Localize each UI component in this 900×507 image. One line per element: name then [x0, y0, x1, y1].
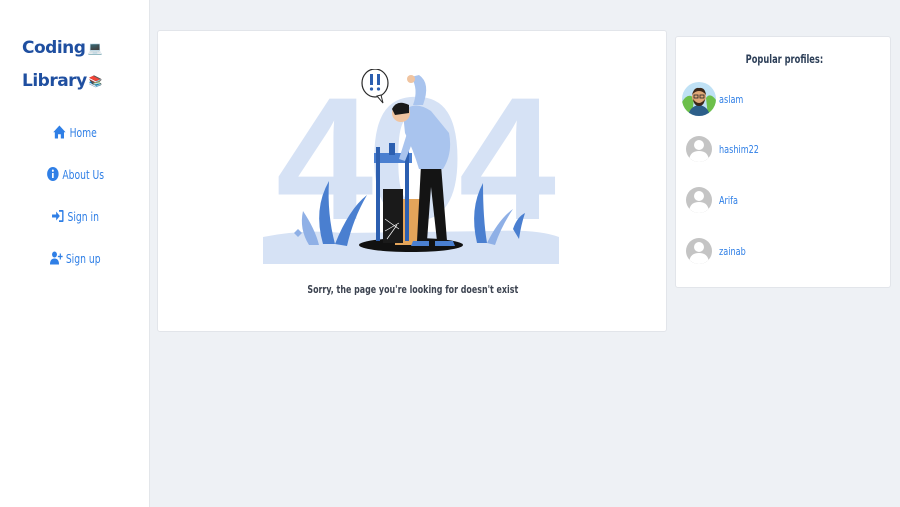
- laptop-icon: 💻: [87, 41, 102, 55]
- sidebar-nav: Home About Us Sign in Sign up: [0, 122, 150, 290]
- profile-name[interactable]: hashim22: [719, 143, 759, 156]
- nav-sign-in-label: Sign in: [67, 208, 99, 224]
- not-found-illustration: 404: [263, 69, 562, 264]
- logo-line-1: Coding: [22, 38, 86, 58]
- profile-name[interactable]: Arifa: [719, 194, 738, 207]
- profile-name[interactable]: zainab: [719, 245, 746, 258]
- nav-about-label: About Us: [62, 166, 105, 182]
- profile-name[interactable]: aslam: [719, 93, 743, 106]
- default-avatar[interactable]: [682, 234, 716, 268]
- popular-profiles-title: Popular profiles:: [676, 52, 892, 66]
- profile-item[interactable]: aslam: [682, 81, 749, 117]
- nav-sign-up-label: Sign up: [65, 250, 101, 266]
- nav-about[interactable]: About Us: [14, 164, 137, 184]
- profile-item[interactable]: Arifa: [682, 182, 742, 218]
- home-icon: [53, 125, 66, 139]
- user-plus-icon: [49, 251, 63, 265]
- error-message: Sorry, the page you're looking for doesn…: [158, 283, 668, 296]
- sign-in-icon: [51, 210, 64, 222]
- info-circle-icon: [46, 167, 59, 181]
- popular-profiles-card: Popular profiles: aslam hashim22 Arifa z…: [675, 36, 891, 288]
- profile-item[interactable]: hashim22: [682, 131, 768, 167]
- default-avatar[interactable]: [682, 132, 716, 166]
- nav-sign-in[interactable]: Sign in: [14, 206, 137, 226]
- nav-home-label: Home: [69, 124, 97, 140]
- not-found-card: 404 Sorry, the page you're looking for d…: [157, 30, 667, 332]
- default-avatar[interactable]: [682, 183, 716, 217]
- books-icon: 📚: [88, 75, 103, 88]
- profile-item[interactable]: zainab: [682, 233, 752, 269]
- sidebar: Coding 💻 Library 📚 Home About Us Sign in…: [0, 0, 150, 507]
- error-message-text: Sorry, the page you're looking for doesn…: [307, 283, 519, 296]
- nav-sign-up[interactable]: Sign up: [14, 248, 137, 268]
- site-logo[interactable]: Coding 💻 Library 📚: [22, 32, 102, 98]
- popular-profiles-title-text: Popular profiles:: [745, 52, 823, 66]
- nav-home[interactable]: Home: [14, 122, 137, 142]
- photo-avatar[interactable]: [682, 82, 716, 116]
- logo-line-2: Library: [22, 71, 87, 91]
